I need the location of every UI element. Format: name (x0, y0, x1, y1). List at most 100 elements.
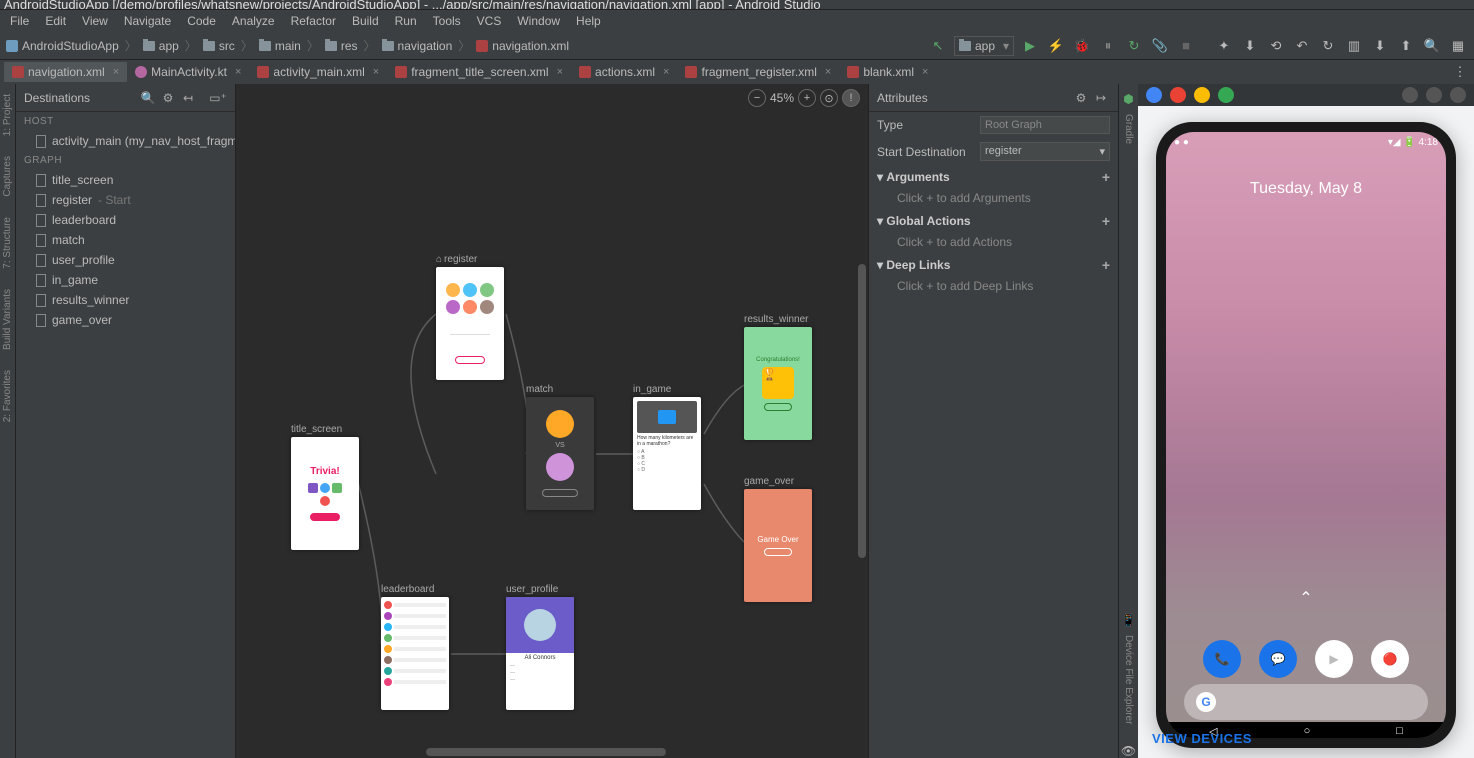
tab-fragment-register-xml[interactable]: fragment_register.xml× (677, 62, 839, 82)
breadcrumb-app[interactable]: app (143, 39, 179, 53)
zoom-in-button[interactable]: + (798, 89, 816, 107)
google-search-bar[interactable]: G (1184, 684, 1428, 720)
zoom-fit-button[interactable]: ⊙ (820, 89, 838, 107)
tabs-dropdown-icon[interactable]: ⋮ (1450, 62, 1470, 82)
avd-button[interactable]: ✦ (1214, 36, 1234, 56)
chrome-icon[interactable]: 🔴 (1371, 640, 1409, 678)
tab-mainactivity-kt[interactable]: MainActivity.kt× (127, 62, 249, 82)
download-button[interactable]: ⬇ (1370, 36, 1390, 56)
arguments-section[interactable]: ▾ Arguments+ (869, 165, 1118, 189)
add-action-button[interactable]: + (1102, 213, 1110, 229)
browser-icon[interactable] (1450, 87, 1466, 103)
graph-item-register[interactable]: register - Start (16, 190, 235, 210)
start-destination-dropdown[interactable]: register▾ (980, 142, 1110, 161)
browser-icon[interactable] (1170, 87, 1186, 103)
node-in-game[interactable]: in_game How many kilometers are in a mar… (633, 384, 701, 510)
graph-item-leaderboard[interactable]: leaderboard (16, 210, 235, 230)
warnings-button[interactable]: ! (842, 89, 860, 107)
nav-recent-button[interactable]: □ (1396, 725, 1403, 737)
menu-build[interactable]: Build (352, 14, 379, 28)
node-register[interactable]: ⌂register (436, 254, 504, 380)
add-argument-button[interactable]: + (1102, 169, 1110, 185)
structure-button[interactable]: ▥ (1344, 36, 1364, 56)
host-item-activity-main[interactable]: activity_main (my_nav_host_fragm… (16, 131, 235, 151)
run-button[interactable]: ▶ (1020, 36, 1040, 56)
close-icon[interactable]: × (373, 66, 379, 78)
browser-icon[interactable] (1218, 87, 1234, 103)
close-icon[interactable]: × (113, 66, 119, 78)
search-everywhere-button[interactable]: 🔍 (1422, 36, 1442, 56)
node-game-over[interactable]: game_over Game Over (744, 476, 812, 602)
menu-edit[interactable]: Edit (45, 14, 66, 28)
global-actions-section[interactable]: ▾ Global Actions+ (869, 209, 1118, 233)
favorites-tool-button[interactable]: 2: Favorites (2, 370, 13, 422)
menu-view[interactable]: View (82, 14, 108, 28)
phone-screen[interactable]: ● ● ▾◢ 🔋 4:18 Tuesday, May 8 ⌃ 📞 💬 ▶ 🔴 G… (1166, 132, 1446, 738)
gear-icon[interactable]: ⚙ (1072, 89, 1090, 107)
view-devices-link[interactable]: VIEW DEVICES (1152, 731, 1252, 746)
structure-tool-button[interactable]: 7: Structure (2, 217, 13, 269)
horizontal-scrollbar[interactable] (426, 748, 666, 756)
close-icon[interactable]: × (557, 66, 563, 78)
run-config-dropdown[interactable]: app (954, 36, 1014, 56)
coverage-button[interactable]: ↻ (1124, 36, 1144, 56)
graph-item-in-game[interactable]: in_game (16, 270, 235, 290)
tab-actions-xml[interactable]: actions.xml× (571, 62, 677, 82)
graph-item-game-over[interactable]: game_over (16, 310, 235, 330)
attach-button[interactable]: 📎 (1150, 36, 1170, 56)
settings-button[interactable]: ▦ (1448, 36, 1468, 56)
close-icon[interactable]: × (663, 66, 669, 78)
add-deep-link-button[interactable]: + (1102, 257, 1110, 273)
node-user-profile[interactable]: user_profile Ali Connors ——— (506, 584, 574, 710)
nav-home-button[interactable]: ○ (1304, 725, 1311, 737)
menu-help[interactable]: Help (576, 14, 601, 28)
breadcrumb-main[interactable]: main (259, 39, 301, 53)
gradle-tool-button[interactable]: Gradle (1123, 114, 1134, 144)
zoom-out-button[interactable]: − (748, 89, 766, 107)
browser-icon[interactable] (1426, 87, 1442, 103)
device-icon[interactable]: 📱 (1121, 613, 1136, 627)
node-leaderboard[interactable]: leaderboard (381, 584, 449, 710)
menu-refactor[interactable]: Refactor (291, 14, 336, 28)
breadcrumb-project[interactable]: AndroidStudioApp (6, 39, 119, 53)
debug-button[interactable]: 🐞 (1072, 36, 1092, 56)
build-variants-tool-button[interactable]: Build Variants (2, 289, 13, 350)
apply-changes-button[interactable]: ⚡ (1046, 36, 1066, 56)
breadcrumb-file[interactable]: navigation.xml (476, 39, 569, 53)
sdk-button[interactable]: ⬇ (1240, 36, 1260, 56)
menu-navigate[interactable]: Navigate (124, 14, 171, 28)
vertical-scrollbar[interactable] (858, 264, 866, 558)
profile-button[interactable]: ⏸ (1098, 36, 1118, 56)
graph-item-title-screen[interactable]: title_screen (16, 170, 235, 190)
collapse-right-icon[interactable]: ↦ (1092, 89, 1110, 107)
navigation-graph-canvas[interactable]: − 45% + ⊙ ! ⌂register (236, 84, 868, 758)
menu-code[interactable]: Code (187, 14, 216, 28)
upload-button[interactable]: ⬆ (1396, 36, 1416, 56)
menu-run[interactable]: Run (395, 14, 417, 28)
add-destination-icon[interactable]: ▭⁺ (209, 89, 227, 107)
menu-tools[interactable]: Tools (433, 14, 461, 28)
phone-app-icon[interactable]: 📞 (1203, 640, 1241, 678)
viewer-icon[interactable]: 👁 (1121, 744, 1136, 758)
project-tool-button[interactable]: 1: Project (2, 94, 13, 136)
search-icon[interactable]: 🔍 (139, 89, 157, 107)
node-match[interactable]: match VS (526, 384, 594, 510)
gear-icon[interactable]: ⚙ (159, 89, 177, 107)
messages-app-icon[interactable]: 💬 (1259, 640, 1297, 678)
play-store-icon[interactable]: ▶ (1315, 640, 1353, 678)
collapse-icon[interactable]: ↤ (179, 89, 197, 107)
tab-blank-xml[interactable]: blank.xml× (839, 62, 936, 82)
browser-icon[interactable] (1146, 87, 1162, 103)
tab-fragment-title-screen-xml[interactable]: fragment_title_screen.xml× (387, 62, 571, 82)
tab-activity-main-xml[interactable]: activity_main.xml× (249, 62, 387, 82)
node-title-screen[interactable]: title_screen Trivia! (291, 424, 359, 550)
device-file-explorer-button[interactable]: Device File Explorer (1123, 635, 1134, 724)
redo-button[interactable]: ↻ (1318, 36, 1338, 56)
tab-navigation-xml[interactable]: navigation.xml× (4, 62, 127, 82)
browser-icon[interactable] (1402, 87, 1418, 103)
menu-analyze[interactable]: Analyze (232, 14, 275, 28)
graph-item-user-profile[interactable]: user_profile (16, 250, 235, 270)
deep-links-section[interactable]: ▾ Deep Links+ (869, 253, 1118, 277)
breadcrumb-navigation[interactable]: navigation (382, 39, 453, 53)
breadcrumb-src[interactable]: src (203, 39, 235, 53)
